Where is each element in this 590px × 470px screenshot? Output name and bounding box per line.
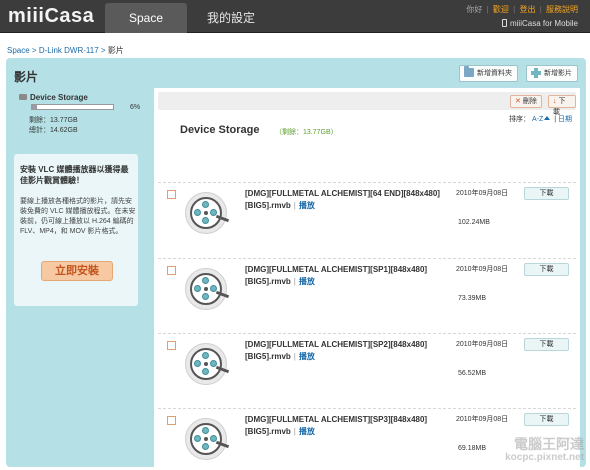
greeting-text: 你好 (466, 5, 483, 14)
mobile-link-label: miiiCasa for Mobile (509, 19, 578, 28)
file-size: 69.18MB (458, 445, 487, 452)
folder-icon (464, 66, 474, 77)
file-size: 73.39MB (458, 295, 487, 302)
sort-ascending-icon (544, 116, 551, 120)
file-download-button[interactable]: 下載 (524, 413, 569, 426)
file-checkbox[interactable] (167, 190, 176, 199)
file-checkbox[interactable] (167, 341, 176, 350)
film-reel-icon[interactable] (185, 343, 230, 385)
file-name: [DMG][FULLMETAL ALCHEMIST][SP1][848x480]… (245, 265, 428, 286)
breadcrumb-root[interactable]: Space (7, 46, 30, 55)
sort-bar: 排序： A-Z | 日期 (508, 116, 572, 123)
new-video-button[interactable]: 新增影片 (526, 65, 578, 82)
tab-space[interactable]: Space (105, 3, 187, 33)
delete-label: 刪除 (522, 98, 537, 105)
help-link[interactable]: 服務說明 (546, 5, 578, 14)
action-toolbar: ✕ 刪除 ↓ 下載 (158, 92, 576, 116)
logout-link[interactable]: 登出 (519, 5, 535, 14)
new-video-label: 新增影片 (544, 70, 572, 77)
file-row[interactable]: [DMG][FULLMETAL ALCHEMIST][SP2][848x480]… (158, 333, 576, 403)
delete-button[interactable]: ✕ 刪除 (510, 95, 542, 108)
app-logo[interactable]: miiiCasa (8, 5, 94, 28)
file-checkbox[interactable] (167, 416, 176, 425)
file-download-button[interactable]: 下載 (524, 187, 569, 200)
storage-remaining: 剩餘：13.77GB (29, 117, 78, 124)
device-remaining: （剩餘：13.77GB） (275, 129, 338, 136)
page-title: 影片 (14, 70, 39, 84)
file-download-button[interactable]: 下載 (524, 263, 569, 276)
film-reel-icon[interactable] (185, 192, 230, 234)
download-icon: ↓ (553, 98, 557, 105)
sort-date[interactable]: 日期 (558, 116, 572, 123)
main-panel: 影片 新增資料夾 新增影片 Device Storage 6% 剩餘：13.77… (6, 58, 586, 467)
play-link[interactable]: 播放 (299, 201, 315, 210)
plus-icon (531, 68, 541, 78)
sort-label: 排序： (508, 116, 530, 123)
file-name: [DMG][FULLMETAL ALCHEMIST][SP3][848x480]… (245, 415, 428, 436)
mobile-link[interactable]: miiiCasa for Mobile (501, 19, 578, 28)
storage-name: Device Storage (30, 93, 88, 102)
play-link[interactable]: 播放 (299, 277, 315, 286)
file-date: 2010年09月08日 (456, 190, 509, 197)
film-reel-icon[interactable] (185, 268, 230, 310)
breadcrumb: Space > D-Link DWR-117 > 影片 (7, 46, 124, 55)
device-title: Device Storage (180, 124, 260, 136)
storage-summary[interactable]: Device Storage 6% 剩餘：13.77GB 總計：14.62GB (19, 93, 144, 134)
breadcrumb-device[interactable]: D-Link DWR-117 (39, 46, 99, 55)
play-link[interactable]: 播放 (299, 427, 315, 436)
play-link[interactable]: 播放 (299, 352, 315, 361)
file-name-text[interactable]: [DMG][FULLMETAL ALCHEMIST][SP3][848x480]… (245, 415, 427, 436)
file-size: 56.52MB (458, 370, 487, 377)
promo-text: 要線上播放各種格式的影片，請先安裝免費的 VLC 媒體播放程式。在未安裝前，仍可… (20, 198, 136, 235)
storage-usage-percent: 6% (130, 104, 141, 111)
new-folder-label: 新增資料夾 (477, 70, 512, 77)
install-now-button[interactable]: 立即安裝 (41, 261, 113, 281)
file-name: [DMG][FULLMETAL ALCHEMIST][64 END][848x4… (245, 189, 440, 210)
file-checkbox[interactable] (167, 266, 176, 275)
file-row[interactable]: [DMG][FULLMETAL ALCHEMIST][64 END][848x4… (158, 182, 576, 252)
breadcrumb-current: 影片 (107, 46, 124, 55)
watermark-line2: kocpc.pixnet.net (505, 452, 584, 463)
vlc-promo-box: 安裝 VLC 媒體播放器以獲得最佳影片觀賞體驗！ 要線上播放各種格式的影片，請先… (14, 154, 138, 306)
file-download-button[interactable]: 下載 (524, 338, 569, 351)
new-folder-button[interactable]: 新增資料夾 (459, 65, 518, 82)
file-date: 2010年09月08日 (456, 266, 509, 273)
storage-usage-bar (31, 104, 114, 110)
file-name-text[interactable]: [DMG][FULLMETAL ALCHEMIST][SP2][848x480]… (245, 340, 427, 361)
top-bar: miiiCasa Space 我的設定 你好 | 歡迎 | 登出 | 服務說明 … (0, 0, 590, 33)
download-button[interactable]: ↓ 下載 (548, 95, 576, 116)
drive-icon (19, 94, 27, 100)
file-row[interactable]: [DMG][FULLMETAL ALCHEMIST][SP1][848x480]… (158, 258, 576, 328)
file-date: 2010年09月08日 (456, 341, 509, 348)
storage-total: 總計：14.62GB (29, 127, 78, 134)
watermark: 電腦王阿達 kocpc.pixnet.net (505, 437, 584, 465)
delete-icon: ✕ (515, 98, 521, 105)
welcome-link[interactable]: 歡迎 (493, 5, 509, 14)
watermark-line1: 電腦王阿達 (514, 436, 584, 452)
file-size: 102.24MB (458, 219, 490, 226)
file-name: [DMG][FULLMETAL ALCHEMIST][SP2][848x480]… (245, 340, 428, 361)
file-date: 2010年09月08日 (456, 416, 509, 423)
film-reel-icon[interactable] (185, 418, 230, 460)
tab-my-settings[interactable]: 我的設定 (192, 3, 270, 33)
storage-usage-fill (32, 105, 37, 109)
file-name-text[interactable]: [DMG][FULLMETAL ALCHEMIST][64 END][848x4… (245, 189, 440, 210)
phone-icon (501, 19, 507, 27)
file-name-text[interactable]: [DMG][FULLMETAL ALCHEMIST][SP1][848x480]… (245, 265, 427, 286)
file-list-area: ✕ 刪除 ↓ 下載 排序： A-Z | 日期 Device Storage （剩餘：1… (154, 88, 580, 467)
sort-az[interactable]: A-Z (532, 116, 543, 123)
top-links: 你好 | 歡迎 | 登出 | 服務說明 (466, 5, 578, 14)
promo-title: 安裝 VLC 媒體播放器以獲得最佳影片觀賞體驗！ (20, 165, 129, 185)
